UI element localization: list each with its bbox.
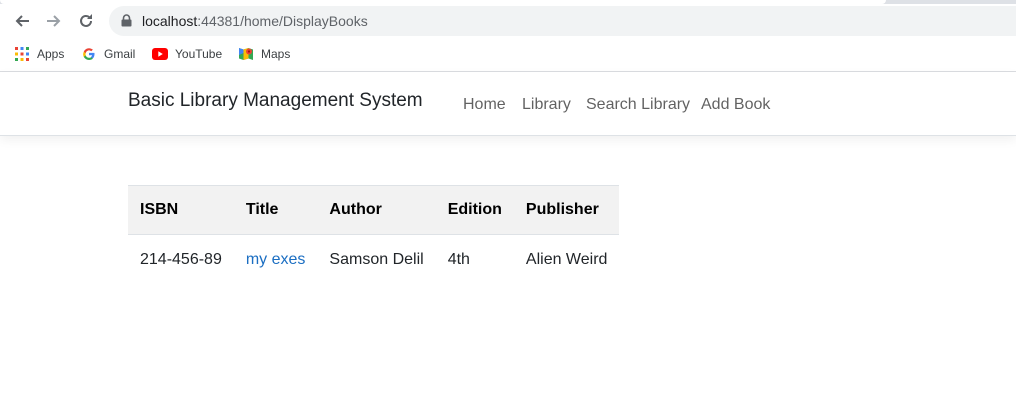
table-header-row: ISBN Title Author Edition Publisher [128,185,620,235]
bookmark-gmail-label: Gmail [104,47,136,61]
apps-grid-icon [14,46,30,62]
cell-isbn: 214-456-89 [140,250,222,268]
youtube-icon [152,46,168,62]
url-path: :44381/home/DisplayBooks [197,13,368,29]
back-arrow-icon [15,15,29,27]
book-title-link[interactable]: my exes [246,251,306,268]
column-header-author: Author [317,185,436,235]
bookmarks-bar: Apps Gmail YouTube Maps [0,42,1016,66]
bookmark-youtube[interactable]: YouTube [152,45,222,63]
url-text: localhost:44381/home/DisplayBooks [142,13,368,29]
bookmark-maps-label: Maps [261,47,291,61]
column-header-edition: Edition [435,185,514,235]
maps-icon [238,46,254,62]
tab-strip [0,0,1016,4]
nav-link-search-library[interactable]: Search Library [586,96,690,114]
cell-publisher: Alien Weird [525,250,608,268]
lock-icon [121,14,132,27]
bookmark-gmail[interactable]: Gmail [81,45,135,63]
cell-author: Samson Delil [329,250,424,268]
column-header-publisher: Publisher [513,185,620,235]
table-row: 214-456-89 my exes Samson Delil 4th Alie… [128,235,619,285]
address-bar[interactable]: localhost:44381/home/DisplayBooks [109,6,1016,36]
table-body: 214-456-89 my exes Samson Delil 4th Alie… [128,235,619,285]
bookmark-maps[interactable]: Maps [238,45,290,63]
column-header-isbn: ISBN [128,185,234,235]
nav-link-library[interactable]: Library [522,96,571,114]
bookmark-youtube-label: YouTube [175,47,223,61]
browser-toolbar: localhost:44381/home/DisplayBooks [0,0,1016,42]
reload-icon [80,14,92,27]
cell-edition: 4th [447,250,470,268]
google-g-icon [81,46,97,62]
books-table: ISBN Title Author Edition Publisher 214-… [128,185,620,285]
bookmark-apps-label: Apps [37,47,65,61]
nav-link-add-book[interactable]: Add Book [701,96,770,114]
forward-arrow-icon [47,15,61,27]
nav-link-home[interactable]: Home [463,96,506,114]
bookmark-apps[interactable]: Apps [14,45,64,63]
column-header-title: Title [233,185,318,235]
site-navbar: Basic Library Management System Home Lib… [0,72,1016,136]
back-button[interactable] [10,9,34,33]
forward-button[interactable] [42,9,66,33]
url-host: localhost [142,13,198,29]
reload-button[interactable] [74,9,98,33]
cell-title: my exes [234,235,318,285]
table-header: ISBN Title Author Edition Publisher [128,185,620,235]
navbar-brand[interactable]: Basic Library Management System [128,90,423,112]
